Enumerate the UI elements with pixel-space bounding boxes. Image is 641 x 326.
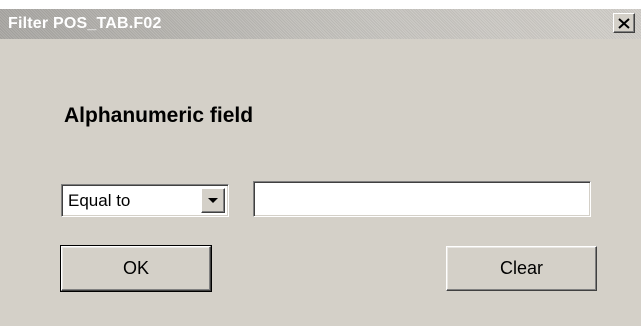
- operator-selected-value: Equal to: [68, 191, 131, 210]
- field-type-heading: Alphanumeric field: [64, 104, 254, 127]
- filter-dialog: Filter POS_TAB.F02 Alphanumeric field Eq…: [0, 9, 641, 326]
- title-bar[interactable]: Filter POS_TAB.F02: [0, 9, 641, 39]
- chevron-down-icon: [208, 198, 218, 203]
- window-title: Filter POS_TAB.F02: [8, 15, 162, 32]
- operator-dropdown[interactable]: Equal to: [61, 184, 229, 217]
- close-icon: [618, 17, 630, 29]
- filter-value-input[interactable]: [253, 181, 591, 217]
- ok-button[interactable]: OK: [60, 245, 212, 292]
- close-button[interactable]: [613, 13, 635, 33]
- clear-button[interactable]: Clear: [446, 246, 597, 291]
- dropdown-arrow-button[interactable]: [201, 188, 225, 213]
